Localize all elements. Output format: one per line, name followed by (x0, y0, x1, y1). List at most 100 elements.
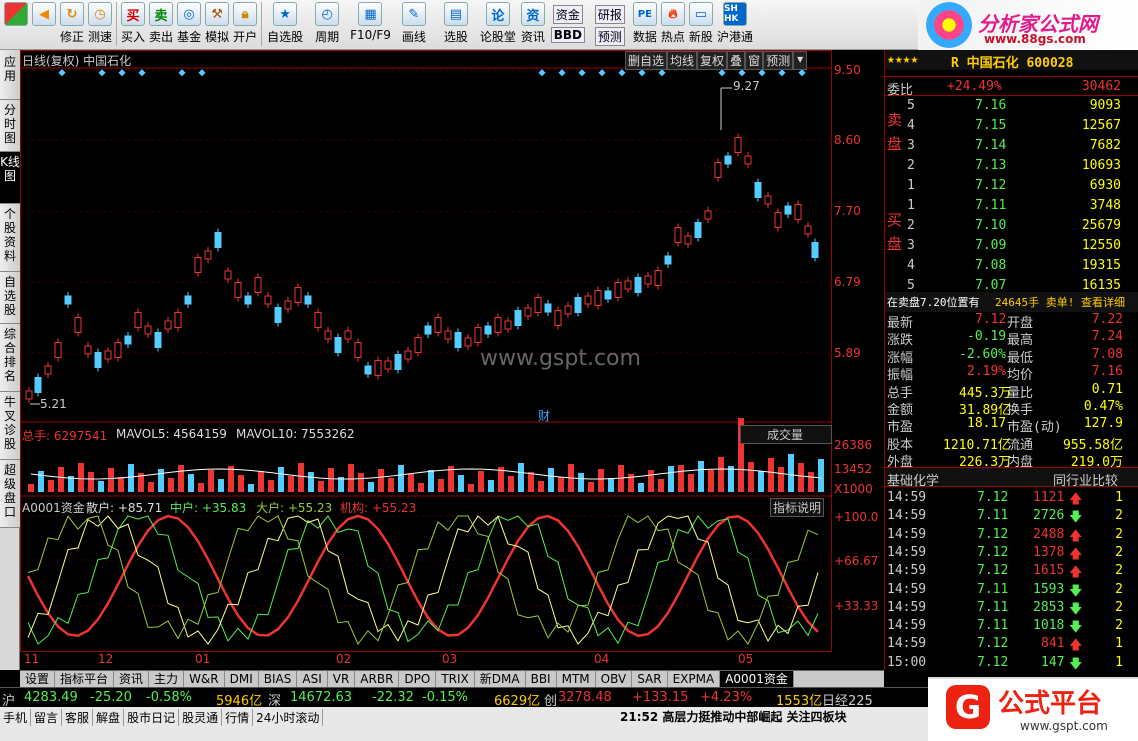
sell-button[interactable]: 卖卖出 (147, 2, 175, 48)
left-tab-app[interactable]: 应用 (0, 50, 20, 100)
f10-button[interactable]: ▦ F10/F9 (348, 2, 393, 48)
inst-value: 机构: +55.23 (340, 501, 417, 515)
indicator-tab[interactable]: OBV (596, 671, 633, 687)
indicator-tab[interactable]: BIAS (259, 671, 298, 687)
clock-icon: ◷ (88, 2, 113, 26)
left-tab-ranking[interactable]: 综合排名 (0, 324, 20, 392)
indicator-help-button[interactable]: 指标说明 (770, 498, 825, 517)
bottom-link[interactable]: 解盘 (93, 709, 125, 726)
volume-bar (438, 479, 444, 492)
bottom-link[interactable]: 24小时滚动 (253, 709, 324, 726)
back-button[interactable]: ◀ (30, 2, 58, 48)
left-tab-watchlist[interactable]: 自选股 (0, 272, 20, 324)
candle-body (94, 352, 102, 368)
buy-button[interactable]: 买买入 (119, 2, 147, 48)
watchlist-button[interactable]: ★ 自选股 (264, 2, 306, 48)
tab-peer-compare[interactable]: 同行业比较 (1053, 470, 1118, 489)
color-button[interactable] (2, 2, 30, 48)
news-ticker[interactable]: 21:52 高层力挺推动中部崛起 关注四板块 (620, 708, 847, 725)
candle-body (594, 290, 602, 306)
finance-marker[interactable]: 财 (538, 407, 550, 424)
volume-bar (238, 475, 244, 492)
volume-bar (168, 478, 174, 492)
order-row: 外盘 226.3万 内盘 219.0万 (887, 455, 1123, 471)
overlay-button[interactable]: 叠 (727, 51, 746, 70)
order-row: 15:00 7.12 147 1 🡇 (885, 653, 1138, 673)
ma-button[interactable]: 均线 (667, 51, 698, 70)
x-label: 05 (738, 652, 754, 666)
left-tab-orderbook[interactable]: 超级盘口 (0, 460, 20, 528)
volume-bar (98, 481, 104, 492)
window-button[interactable]: 窗 (745, 51, 764, 70)
volume-indicator-select[interactable]: 成交量 (740, 425, 832, 444)
indicator-tab[interactable]: 主力 (149, 671, 185, 687)
expand-icon[interactable]: ▾ (793, 51, 808, 70)
bottom-link[interactable]: 股市日记 (124, 709, 180, 726)
retail-value: 散户: +85.71 (86, 501, 163, 515)
fix-button[interactable]: ↻ 修正 (58, 2, 86, 48)
order-row: 14:59 7.12 1378 2 🡅 (885, 543, 1138, 563)
draw-line-button[interactable]: ✎ 画线 (393, 2, 435, 48)
indicator-tab[interactable]: 指标平台 (55, 671, 115, 687)
candle-body (474, 327, 482, 343)
news-button[interactable]: 资资讯 (519, 2, 547, 48)
signal-diamond (118, 69, 126, 77)
chart-canvas[interactable] (20, 50, 884, 652)
indicator-tab[interactable]: TRIX (436, 671, 475, 687)
indicator-tab[interactable]: 设置 (20, 671, 56, 687)
tab-industry[interactable]: 基础化学 (887, 470, 939, 489)
ipo-button[interactable]: ▭ 新股 (687, 2, 715, 48)
candle-body (344, 330, 352, 340)
select-stock-button[interactable]: ▤ 选股 (435, 2, 477, 48)
period-button[interactable]: ◴ 周期 (306, 2, 348, 48)
volume-tick: 26386 (834, 438, 873, 452)
candle-body (544, 303, 552, 313)
indicator-tab[interactable]: DPO (399, 671, 437, 687)
research-button[interactable]: 研报 预测 (589, 2, 631, 48)
forecast-button[interactable]: 预测 (763, 51, 794, 70)
bottom-link[interactable]: 股灵通 (179, 709, 223, 726)
hot-button[interactable]: 🔥︎ 热点 (659, 2, 687, 48)
fund-button[interactable]: ◎ 基金 (175, 2, 203, 48)
indicator-tab[interactable]: DMI (225, 671, 259, 687)
candle-body (794, 204, 802, 220)
indicator-tab[interactable]: BBI (526, 671, 557, 687)
left-tab-diagnosis[interactable]: 牛叉诊股 (0, 392, 20, 460)
indicator-tab[interactable]: ASI (297, 671, 328, 687)
order-row: 2 7.13 10693 (907, 158, 1121, 173)
data-button[interactable]: PE 数据 (631, 2, 659, 48)
bottom-link[interactable]: 留言 (31, 709, 63, 726)
capital-button[interactable]: 资金 BBD (547, 2, 589, 48)
adjust-button[interactable]: 复权 (697, 51, 728, 70)
indicator-tab[interactable]: ARBR (355, 671, 400, 687)
indicator-tab[interactable]: A0001资金 (720, 671, 794, 687)
hk-connect-button[interactable]: SH HK 沪港通 (715, 2, 755, 48)
x-label: 12 (98, 652, 114, 666)
speedtest-button[interactable]: ◷ 测速 (86, 2, 114, 48)
remove-watchlist-button[interactable]: 删自选 (625, 51, 668, 70)
indicator-tab[interactable]: VR (328, 671, 356, 687)
open-account-button[interactable]: 🔒︎ 开户 (231, 2, 259, 48)
left-tab-timeshare[interactable]: 分时图 (0, 100, 20, 152)
volume-bar (258, 471, 264, 492)
low-annotation: 5.21 (40, 397, 67, 411)
bottom-link[interactable]: 客服 (62, 709, 94, 726)
indicator-tab[interactable]: EXPMA (668, 671, 721, 687)
left-tab-kline[interactable]: K线图 (0, 152, 20, 204)
volume-bar (368, 482, 374, 492)
kline-chart-area[interactable]: 日线(复权) 中国石化 删自选 均线 复权 叠 窗 预测 ▾ www.gspt.… (20, 50, 884, 670)
volume-bar (698, 461, 704, 492)
forum-button[interactable]: 论论股堂 (477, 2, 519, 48)
bottom-link[interactable]: 行情 (222, 709, 254, 726)
indicator-tab[interactable]: W&R (184, 671, 225, 687)
indicator-tab[interactable]: 资讯 (114, 671, 150, 687)
indicator-tab[interactable]: SAR (632, 671, 668, 687)
simulate-button[interactable]: ⚒ 模拟 (203, 2, 231, 48)
candle-body (84, 345, 92, 355)
indicator-tab[interactable]: 新DMA (475, 671, 526, 687)
indicator-tab[interactable]: MTM (557, 671, 596, 687)
bottom-link[interactable]: 手机 (0, 709, 32, 726)
large-value: 大户: +55.23 (256, 501, 333, 515)
indicator-line (27, 515, 819, 645)
left-tab-profile[interactable]: 个股资料 (0, 204, 20, 272)
